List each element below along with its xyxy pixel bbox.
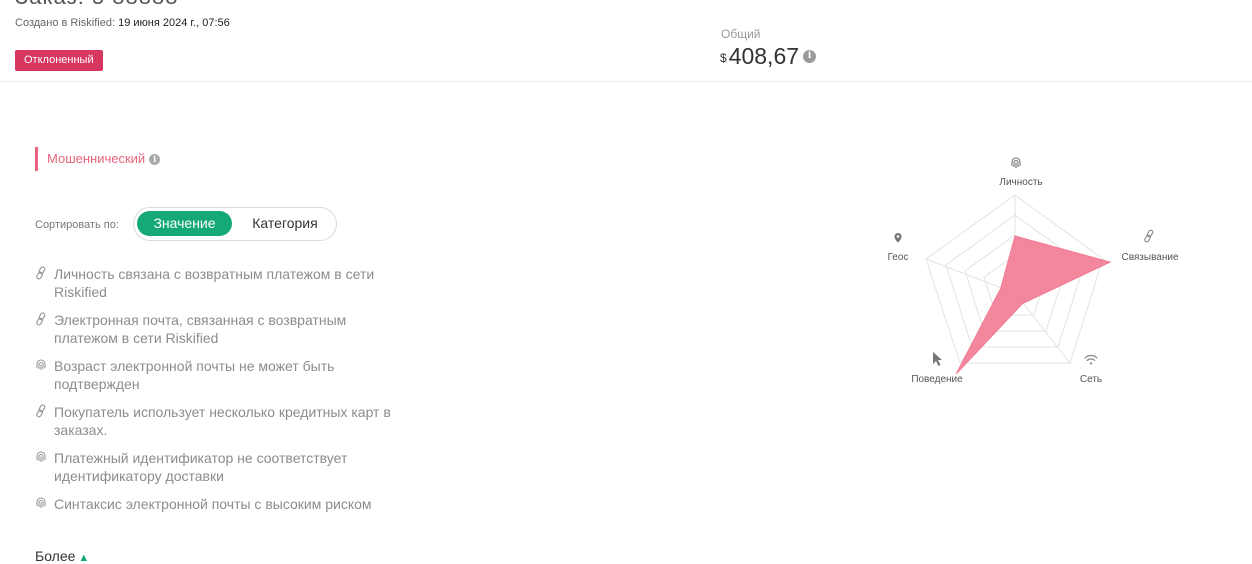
radar-axis-label: Связывание: [1121, 252, 1178, 263]
verdict-text: Мошеннический: [47, 151, 146, 166]
list-item: Возраст электронной почты не может быть …: [35, 357, 405, 393]
fingerprint-icon: [1011, 157, 1021, 168]
status-badge: Отклоненный: [15, 50, 103, 71]
reason-text: Синтаксис электронной почты с высоким ри…: [54, 496, 372, 512]
radar-axis-label: Сеть: [1080, 374, 1102, 385]
radar-risk-area: [955, 235, 1112, 375]
radar-axis-label: Поведение: [911, 374, 963, 385]
radar-axis-linking[interactable]: Связывание: [1121, 229, 1179, 263]
link-icon: [36, 266, 46, 280]
list-item: Платежный идентификатор не соответствует…: [35, 449, 405, 485]
reason-text: Платежный идентификатор не соответствует…: [54, 450, 348, 484]
reason-text: Электронная почта, связанная с возвратны…: [54, 312, 347, 346]
radar-axis-behavior[interactable]: Поведение: [911, 352, 963, 385]
total-label: Общий: [721, 27, 761, 41]
sort-label: Сортировать по:: [35, 219, 119, 231]
created-date: 19 июня 2024 г., 07:56: [118, 17, 230, 29]
reason-text: Личность связана с возвратным платежом в…: [54, 266, 375, 300]
created-prefix: Создано в Riskified:: [15, 17, 116, 29]
sort-toggle: Значение Категория: [133, 207, 337, 241]
total-currency: $: [720, 51, 727, 65]
link-icon: [1144, 229, 1154, 243]
radar-axis-geo[interactable]: Геос: [888, 233, 909, 263]
order-title: Заказ: 5 88888: [15, 0, 178, 10]
list-item: Синтаксис электронной почты с высоким ри…: [35, 495, 405, 513]
fingerprint-icon: [36, 497, 46, 508]
reasons-list: Личность связана с возвратным платежом в…: [35, 265, 405, 523]
fingerprint-icon: [36, 359, 46, 370]
sort-by-category-button[interactable]: Категория: [237, 211, 333, 236]
radar-axis-identity[interactable]: Личность: [999, 157, 1043, 188]
total-amount: $408,67 i: [720, 43, 817, 70]
reason-text: Покупатель использует несколько кредитны…: [54, 404, 391, 438]
link-icon: [36, 312, 46, 326]
order-header: Заказ: 5 88888 Создано в Riskified: 19 и…: [0, 0, 1252, 82]
info-icon[interactable]: i: [149, 154, 161, 165]
cursor-icon: [933, 352, 942, 366]
radar-axis-label: Личность: [999, 177, 1042, 188]
chevron-up-icon: ▲: [78, 552, 90, 564]
reason-text: Возраст электронной почты не может быть …: [54, 358, 335, 392]
radar-axis-network[interactable]: Сеть: [1080, 354, 1102, 385]
info-icon[interactable]: i: [803, 50, 817, 63]
list-item: Покупатель использует несколько кредитны…: [35, 403, 405, 439]
risk-radar-chart: Личность Связывание Сеть Поведение Геос: [888, 157, 1179, 385]
wifi-icon: [1084, 354, 1098, 365]
radar-axis-label: Геос: [888, 252, 909, 263]
link-icon: [36, 404, 46, 418]
total-value: 408,67: [728, 43, 800, 69]
list-item: Электронная почта, связанная с возвратны…: [35, 311, 405, 347]
verdict-label: Мошеннический i: [35, 147, 161, 171]
map-pin-icon: [894, 233, 902, 243]
list-item: Личность связана с возвратным платежом в…: [35, 265, 405, 301]
fingerprint-icon: [36, 451, 46, 462]
sort-by-value-button[interactable]: Значение: [137, 211, 232, 236]
more-link[interactable]: Более ▲: [35, 548, 89, 564]
more-link-text: Более: [35, 548, 76, 564]
created-line: Создано в Riskified: 19 июня 2024 г., 07…: [15, 17, 230, 29]
